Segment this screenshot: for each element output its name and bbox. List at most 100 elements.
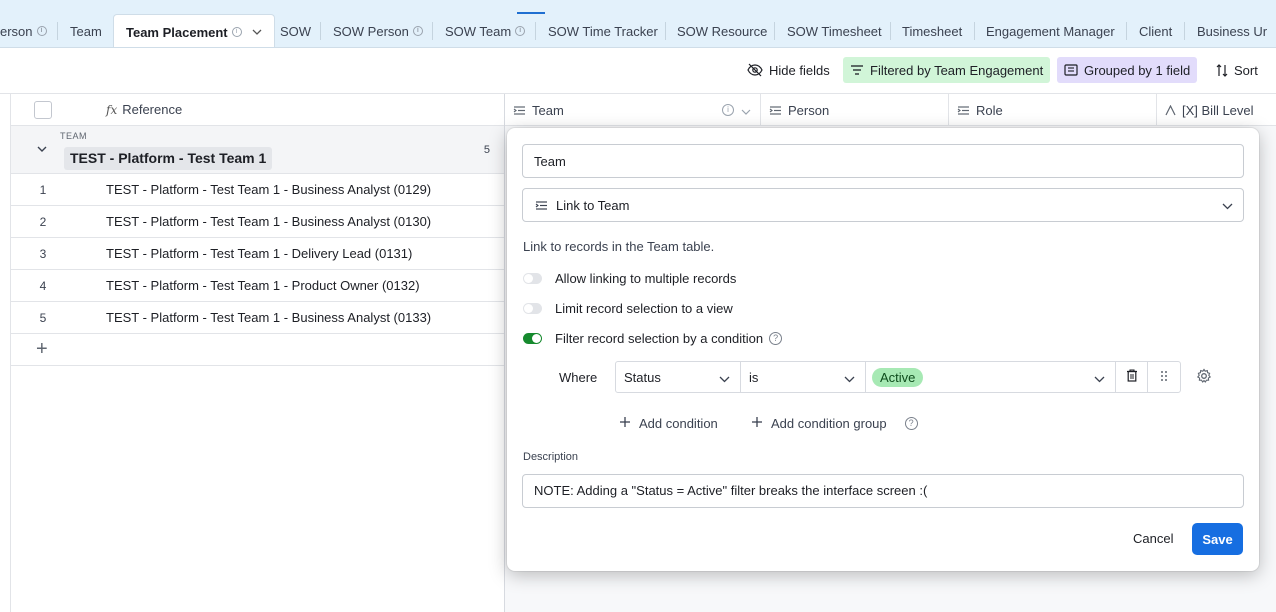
help-icon[interactable]: ? [904, 416, 918, 430]
gear-icon[interactable] [1196, 368, 1212, 387]
select-all-checkbox[interactable] [34, 101, 52, 119]
delete-condition-button[interactable] [1115, 361, 1148, 393]
toggle-switch[interactable] [523, 272, 542, 284]
table-row[interactable]: 5 TEST - Platform - Test Team 1 - Busine… [11, 302, 504, 334]
tab-label: Engagement Manager [986, 23, 1115, 39]
info-icon: i [36, 26, 47, 36]
option-limit-to-view[interactable]: Limit record selection to a view [523, 298, 733, 318]
condition-where-label: Where [559, 370, 598, 385]
condition-value-select[interactable]: Active [865, 361, 1116, 393]
field-name-input[interactable] [522, 144, 1244, 178]
column-header-team[interactable]: Team i [505, 94, 761, 126]
hide-fields-label: Hide fields [769, 62, 830, 78]
filter-button[interactable]: Filtered by Team Engagement [843, 57, 1051, 83]
condition-field-label: Status [624, 369, 661, 385]
group-icon [1064, 64, 1078, 76]
tab-label: SOW Person [333, 23, 409, 39]
tab-person[interactable]: erson i [0, 14, 59, 47]
sort-icon [1216, 63, 1228, 77]
chevron-down-icon [844, 371, 855, 386]
add-condition-group-label: Add condition group [771, 415, 887, 431]
chevron-down-icon[interactable] [252, 27, 262, 38]
chevron-down-icon [719, 371, 730, 386]
tab-sow-team[interactable]: SOW Team i [433, 14, 537, 47]
reference-cell[interactable]: TEST - Platform - Test Team 1 - Delivery… [106, 246, 412, 261]
add-condition-button[interactable]: Add condition [619, 413, 718, 433]
tab-label: SOW Time Tracker [548, 23, 658, 39]
info-icon[interactable]: i [722, 104, 734, 116]
chevron-down-icon [1222, 198, 1233, 213]
drag-condition-handle[interactable] [1147, 361, 1181, 393]
text-field-icon [1165, 104, 1176, 116]
tab-team-placement[interactable]: Team Placement i [113, 14, 275, 47]
column-header-role[interactable]: Role [949, 94, 1157, 126]
description-input[interactable]: NOTE: Adding a "Status = Active" filter … [522, 474, 1244, 508]
add-condition-group-button[interactable]: Add condition group ? [751, 413, 918, 433]
tab-sow-resource[interactable]: SOW Resource [665, 14, 779, 47]
condition-field-select[interactable]: Status [615, 361, 741, 393]
tab-sow-person[interactable]: SOW Person i [321, 14, 435, 47]
reference-cell[interactable]: TEST - Platform - Test Team 1 - Business… [106, 214, 431, 229]
group-button[interactable]: Grouped by 1 field [1057, 57, 1198, 83]
option-allow-multiple[interactable]: Allow linking to multiple records [523, 268, 736, 288]
table-row[interactable]: 1 TEST - Platform - Test Team 1 - Busine… [11, 174, 504, 206]
save-button[interactable]: Save [1192, 523, 1243, 555]
tab-sow-timesheet[interactable]: SOW Timesheet [775, 14, 894, 47]
toggle-switch[interactable] [523, 302, 542, 314]
status-pill: Active [872, 367, 924, 387]
condition-operator-select[interactable]: is [740, 361, 866, 393]
tab-business-unit[interactable]: Business Ur [1185, 14, 1276, 47]
table-row[interactable]: 2 TEST - Platform - Test Team 1 - Busine… [11, 206, 504, 238]
grid-secondary-header: Team i Person Role [X] Bill Level [505, 94, 1276, 126]
link-field-icon [535, 200, 548, 211]
row-number: 4 [39, 279, 47, 293]
option-label: Limit record selection to a view [555, 300, 733, 316]
tab-sow[interactable]: SOW [268, 14, 323, 47]
option-label: Allow linking to multiple records [555, 270, 737, 286]
toggle-switch[interactable] [523, 332, 542, 344]
option-filter-by-condition[interactable]: Filter record selection by a condition ? [523, 328, 783, 348]
sort-button[interactable]: Sort [1209, 57, 1265, 83]
chevron-down-icon[interactable] [37, 143, 47, 155]
field-config-dialog: Link to Team Link to records in the Team… [507, 128, 1259, 571]
row-number: 5 [39, 311, 47, 325]
reference-cell[interactable]: TEST - Platform - Test Team 1 - Business… [106, 310, 431, 325]
row-number: 2 [39, 215, 47, 229]
column-header-bill-level[interactable]: [X] Bill Level [1157, 94, 1276, 126]
column-label: [X] Bill Level [1182, 102, 1254, 118]
chevron-down-icon[interactable] [741, 103, 751, 118]
table-row[interactable]: 3 TEST - Platform - Test Team 1 - Delive… [11, 238, 504, 270]
group-name: TEST - Platform - Test Team 1 [64, 147, 273, 170]
plus-icon[interactable]: + [36, 338, 48, 361]
field-type-select[interactable]: Link to Team [522, 188, 1244, 222]
help-icon[interactable]: ? [769, 331, 783, 345]
tab-engagement-manager[interactable]: Engagement Manager [974, 14, 1127, 47]
table-row[interactable]: 4 TEST - Platform - Test Team 1 - Produc… [11, 270, 504, 302]
tab-label: SOW [280, 23, 312, 39]
add-condition-label: Add condition [639, 415, 718, 431]
tab-team[interactable]: Team [58, 14, 114, 47]
column-header-reference[interactable]: fx Reference [106, 102, 182, 117]
tab-label: Team Placement [126, 24, 228, 40]
add-record-row[interactable]: + [11, 334, 504, 366]
link-field-icon [513, 105, 526, 116]
field-type-label: Link to Team [556, 197, 630, 213]
tab-label: SOW Team [445, 23, 512, 39]
tab-client[interactable]: Client [1127, 14, 1184, 47]
reference-cell[interactable]: TEST - Platform - Test Team 1 - Product … [106, 278, 420, 293]
tab-sow-time-tracker[interactable]: SOW Time Tracker [536, 14, 670, 47]
tab-label: Client [1139, 23, 1173, 39]
column-header-person[interactable]: Person [761, 94, 949, 126]
group-record-count: 5 [483, 144, 490, 156]
tab-timesheet[interactable]: Timesheet [890, 14, 974, 47]
option-label: Filter record selection by a condition [555, 330, 764, 346]
hide-fields-button[interactable]: Hide fields [740, 57, 837, 83]
grid-left-gutter [0, 94, 10, 612]
field-type-description: Link to records in the Team table. [523, 239, 715, 254]
cancel-button[interactable]: Cancel [1121, 524, 1185, 554]
plus-icon [619, 413, 631, 433]
info-icon: i [231, 27, 242, 37]
eye-slash-icon [747, 63, 763, 77]
sort-label: Sort [1234, 62, 1258, 78]
reference-cell[interactable]: TEST - Platform - Test Team 1 - Business… [106, 182, 431, 197]
